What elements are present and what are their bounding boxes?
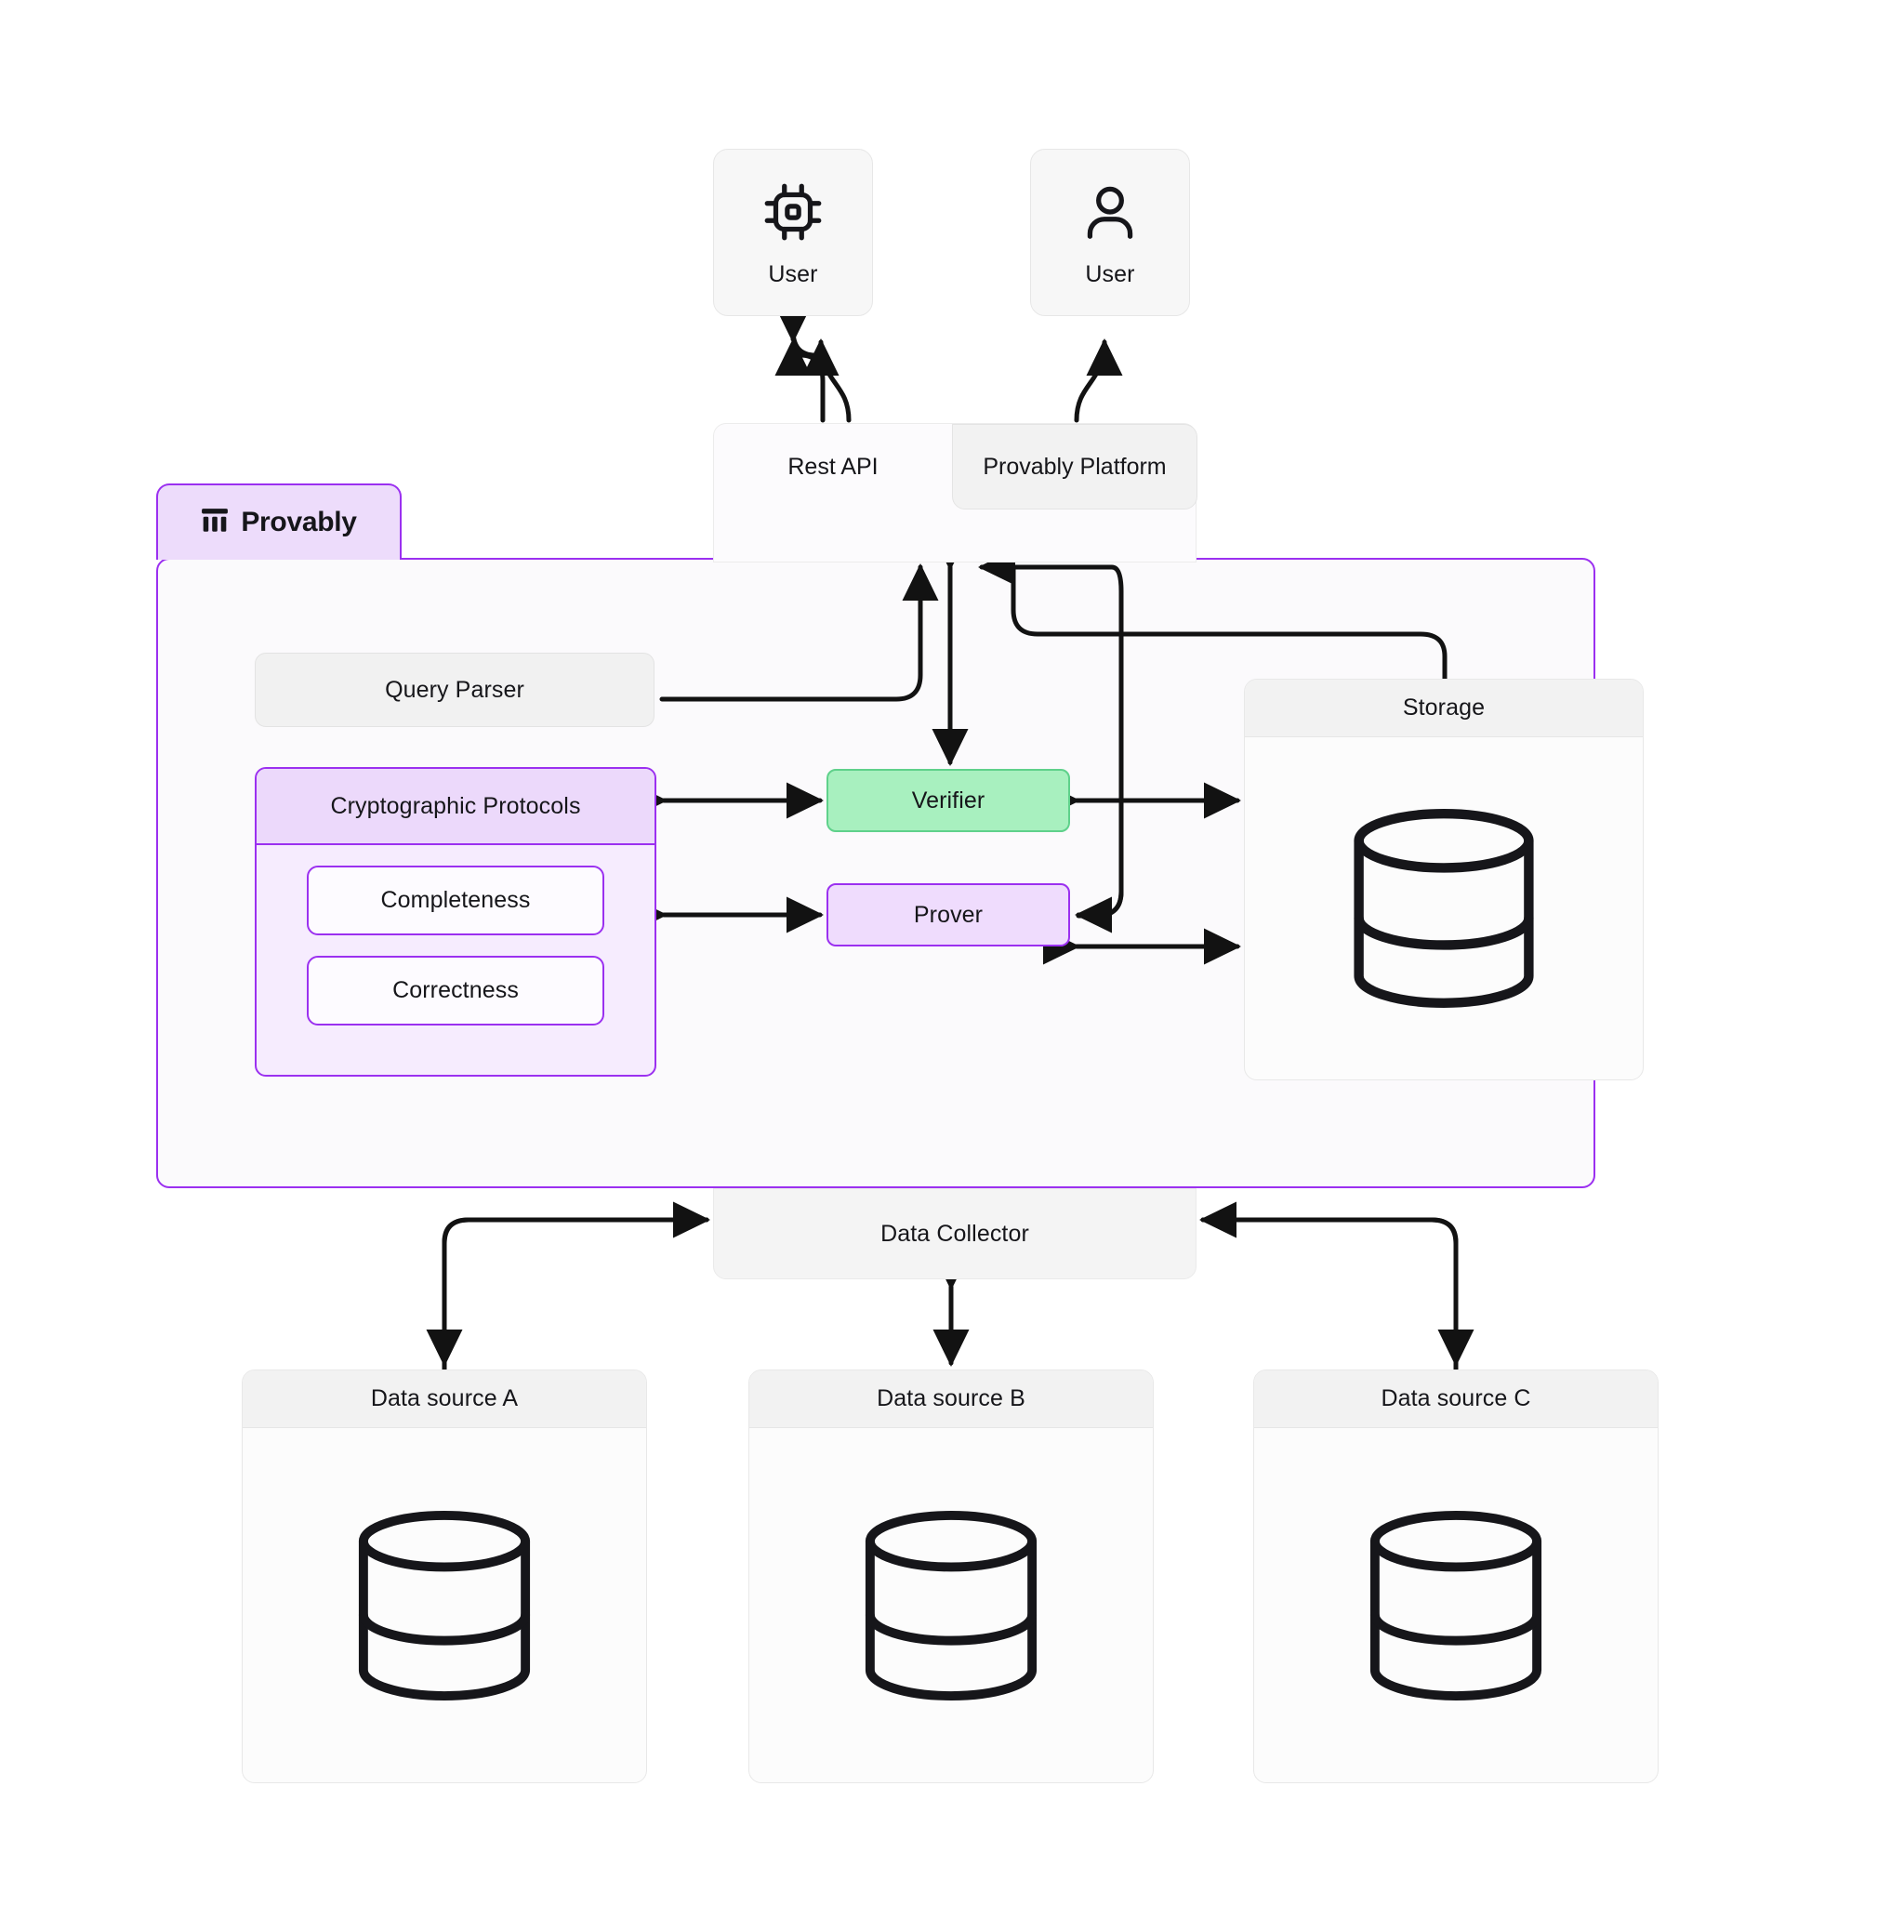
wire-collector-to-dsa	[426, 1217, 709, 1368]
cryptographic-protocols-header: Cryptographic Protocols	[257, 769, 654, 845]
data-source-a-body	[243, 1428, 646, 1782]
rest-api-panel[interactable]: Rest API Provably Platform	[713, 423, 1197, 562]
provably-logo-icon	[201, 508, 229, 538]
query-parser-label: Query Parser	[385, 676, 524, 703]
data-source-c-header: Data source C	[1254, 1370, 1658, 1428]
actor-user-chip[interactable]: User	[713, 149, 873, 316]
data-source-b-label: Data source B	[877, 1385, 1025, 1411]
wire-platform-to-user-person	[1074, 337, 1123, 423]
database-cylinder-icon	[352, 1510, 536, 1701]
cryptographic-protocols-label: Cryptographic Protocols	[330, 792, 581, 819]
node-data-source-c[interactable]: Data source C	[1253, 1370, 1659, 1783]
node-verifier[interactable]: Verifier	[826, 769, 1070, 832]
cryptographic-protocols-body: Completeness Correctness	[257, 845, 654, 1026]
data-collector-label: Data Collector	[880, 1220, 1029, 1247]
database-cylinder-icon	[1347, 808, 1540, 1009]
tab-provably-platform[interactable]: Provably Platform	[952, 424, 1197, 509]
node-correctness[interactable]: Correctness	[307, 956, 604, 1026]
correctness-label: Correctness	[392, 977, 519, 1003]
wire-api-to-user-chip	[774, 306, 826, 423]
node-data-source-b[interactable]: Data source B	[748, 1370, 1154, 1783]
node-prover[interactable]: Prover	[826, 883, 1070, 946]
data-source-a-header: Data source A	[243, 1370, 646, 1428]
storage-body	[1245, 737, 1643, 1079]
person-icon	[1076, 178, 1144, 246]
wire-dsa-to-collector	[442, 1201, 711, 1372]
actor-label: User	[1085, 260, 1135, 287]
database-cylinder-icon	[1364, 1510, 1548, 1701]
chip-icon	[759, 178, 827, 246]
actor-label: User	[768, 260, 818, 287]
data-source-b-body	[749, 1428, 1153, 1782]
data-source-c-label: Data source C	[1381, 1385, 1531, 1411]
data-source-b-header: Data source B	[749, 1370, 1153, 1428]
node-data-collector[interactable]: Data Collector	[713, 1188, 1197, 1279]
data-source-a-label: Data source A	[370, 1385, 519, 1411]
wire-api-to-user-chip-main	[802, 337, 852, 423]
prover-label: Prover	[913, 901, 984, 928]
rest-api-title: Rest API	[787, 454, 879, 480]
node-storage[interactable]: Storage	[1244, 679, 1644, 1080]
node-completeness[interactable]: Completeness	[307, 866, 604, 935]
wire-api-to-user-chip-2	[774, 337, 812, 377]
diagram-canvas: User User Rest API Provably Platform Pro…	[0, 0, 1904, 1932]
node-data-source-a[interactable]: Data source A	[242, 1370, 647, 1783]
completeness-label: Completeness	[380, 887, 531, 913]
storage-header: Storage	[1245, 680, 1643, 737]
actor-user-person[interactable]: User	[1030, 149, 1190, 316]
database-cylinder-icon	[859, 1510, 1043, 1701]
node-cryptographic-protocols[interactable]: Cryptographic Protocols Completeness Cor…	[255, 767, 656, 1077]
storage-label: Storage	[1402, 695, 1486, 721]
node-query-parser[interactable]: Query Parser	[255, 653, 654, 727]
data-source-c-body	[1254, 1428, 1658, 1782]
verifier-label: Verifier	[911, 787, 985, 814]
provably-brand-label: Provably	[241, 507, 357, 537]
provably-brand-tab[interactable]: Provably	[156, 483, 402, 560]
wire-dsc-to-collector	[1198, 1201, 1459, 1372]
wire-collector-to-dsc	[1200, 1217, 1474, 1368]
